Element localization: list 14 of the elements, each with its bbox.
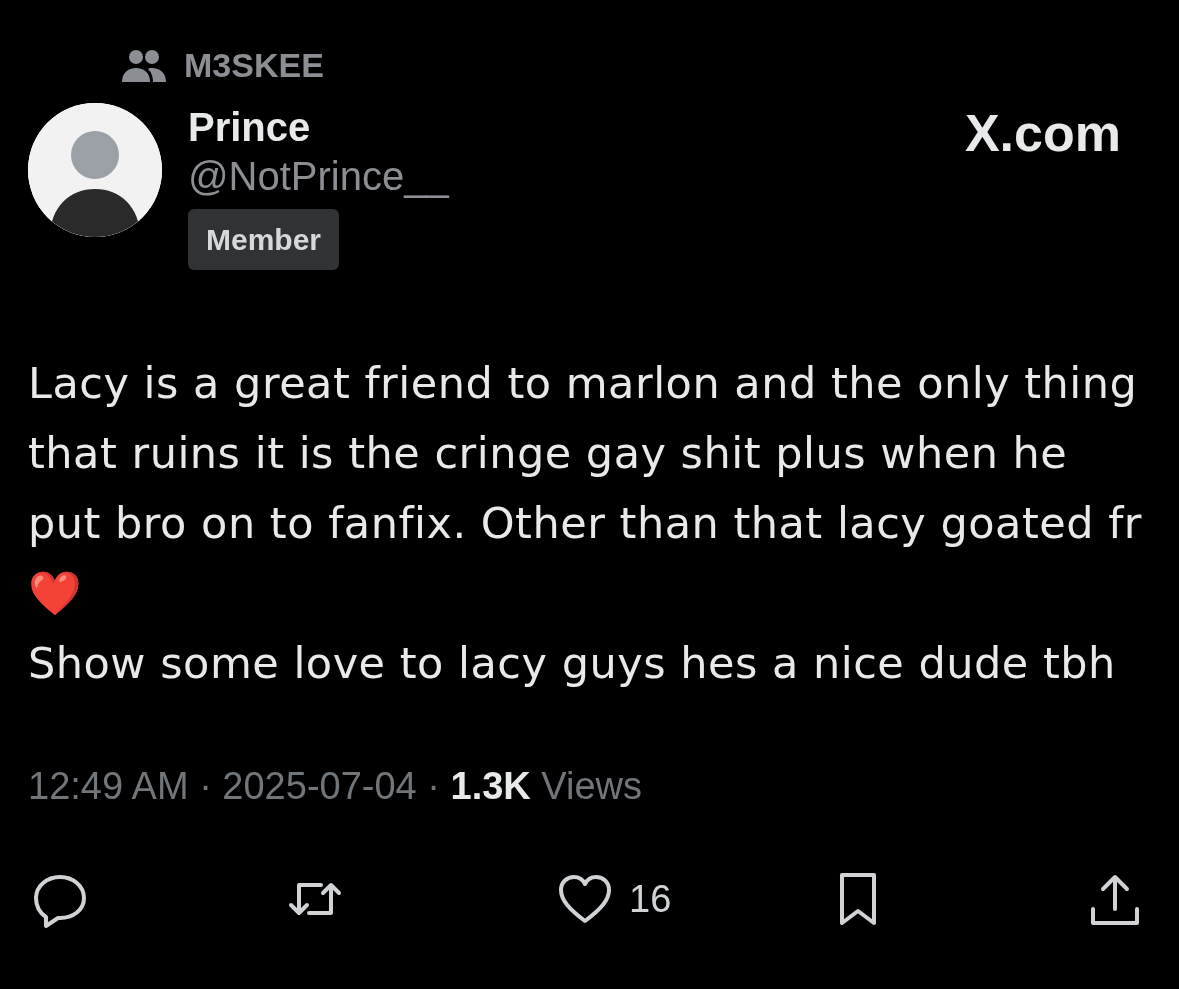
views-label: Views: [541, 765, 643, 807]
post-time[interactable]: 12:49 AM: [28, 765, 189, 807]
separator-dot: ·: [427, 765, 440, 807]
views-count: 1.3K: [450, 765, 531, 807]
like-count: 16: [629, 876, 672, 922]
community-name[interactable]: M3SKEE: [184, 40, 324, 91]
author-name[interactable]: Prince: [188, 103, 449, 151]
post-date[interactable]: 2025-07-04: [222, 765, 417, 807]
separator-dot: ·: [199, 765, 212, 807]
people-icon: [122, 47, 166, 84]
post-text: Lacy is a great friend to marlon and the only thing that ruins it is the cringe gay shit plus when he put bro on to fanfix. Other than that lacy goated fr❤ Show some love to lacy guys hes a nice dude tbh: [28, 357, 1143, 690]
role-label: Member: [188, 209, 340, 270]
source-label: X.com: [964, 103, 1121, 164]
author-handle[interactable]: @NotPrince__: [188, 151, 449, 201]
